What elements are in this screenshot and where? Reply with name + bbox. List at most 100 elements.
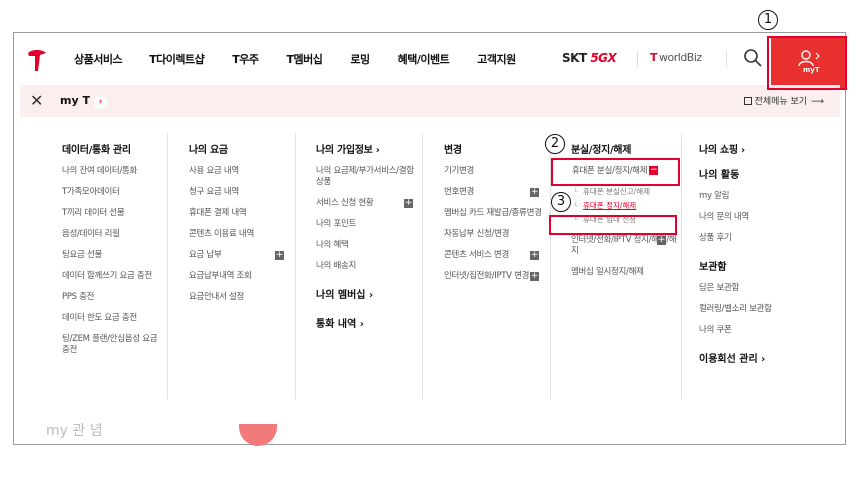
menu-item-label: 서비스 신청 현황 bbox=[316, 198, 374, 208]
myt-home-label: my T bbox=[60, 94, 90, 107]
chevron-right-icon: › bbox=[93, 96, 107, 109]
menu-item[interactable]: my 알림 bbox=[699, 191, 819, 202]
arrow-right-icon: ⟶ bbox=[811, 97, 824, 107]
menu-benefits[interactable]: 혜택/이벤트 bbox=[398, 51, 450, 67]
heading-my-membership[interactable]: 나의 멤버십 › bbox=[316, 286, 421, 301]
menu-t-membership[interactable]: T멤버십 bbox=[286, 51, 322, 67]
heading-call-history[interactable]: 통화 내역 › bbox=[316, 315, 421, 330]
heading-data-call[interactable]: 데이터/통화 관리 bbox=[62, 141, 162, 156]
expand-plus-icon[interactable]: + bbox=[657, 236, 666, 245]
menu-item[interactable]: 나의 혜택 bbox=[316, 240, 421, 251]
menu-item[interactable]: T끼리 데이터 선물 bbox=[62, 208, 162, 219]
menu-item[interactable]: 나의 잔여 데이터/통화 bbox=[62, 166, 162, 177]
divider bbox=[726, 51, 727, 67]
heading-my-activity[interactable]: 나의 활동 bbox=[699, 166, 819, 181]
expand-plus-icon[interactable]: + bbox=[530, 188, 539, 197]
menu-item[interactable]: 사용 요금 내역 bbox=[189, 166, 294, 177]
expand-plus-icon[interactable]: + bbox=[530, 272, 539, 281]
column-divider bbox=[295, 133, 296, 399]
heading-my-bill[interactable]: 나의 요금 bbox=[189, 141, 294, 156]
heading-my-shopping[interactable]: 나의 쇼핑 › bbox=[699, 141, 819, 156]
menu-item[interactable]: T가족모아데이터 bbox=[62, 187, 162, 198]
column-shopping: 나의 쇼핑 › 나의 활동 my 알림 나의 문의 내역 상품 후기 보관함 담… bbox=[699, 119, 819, 399]
menu-item[interactable]: 컬러링/벨소리 보관함 bbox=[699, 304, 819, 315]
menu-item[interactable]: 요금안내서 설정 bbox=[189, 292, 294, 303]
menu-item[interactable]: 자동납부 신청/변경 bbox=[444, 229, 549, 240]
heading-label: 나의 가입정보 bbox=[316, 145, 373, 156]
column-divider bbox=[422, 133, 423, 399]
menu-item[interactable]: 기기변경 bbox=[444, 166, 549, 177]
heading-lost-suspend[interactable]: 분실/정지/해제 bbox=[571, 141, 681, 156]
menu-item[interactable]: 청구 요금 내역 bbox=[189, 187, 294, 198]
main-menu: 상품서비스 T다이렉트샵 T우주 T멤버십 로밍 혜택/이벤트 고객지원 bbox=[74, 33, 544, 85]
highlight-box-2 bbox=[551, 158, 680, 186]
menu-item[interactable]: 서비스 신청 현황 + bbox=[316, 198, 421, 209]
menu-item[interactable]: 요금 납부 + bbox=[189, 250, 294, 261]
menu-item[interactable]: 나의 문의 내역 bbox=[699, 212, 819, 223]
menu-t-universe[interactable]: T우주 bbox=[232, 51, 259, 67]
menu-item-label: 요금 납부 bbox=[189, 250, 222, 260]
heading-change[interactable]: 변경 bbox=[444, 141, 549, 156]
t-logo-icon[interactable] bbox=[26, 47, 48, 73]
column-my-bill: 나의 요금 사용 요금 내역 청구 요금 내역 휴대폰 결제 내역 콘텐츠 이용… bbox=[189, 119, 294, 399]
menu-roaming[interactable]: 로밍 bbox=[350, 51, 370, 67]
fivegx-label: 5GX bbox=[590, 51, 617, 65]
menu-item[interactable]: 멤버십 카드 재발급/종류변경 bbox=[444, 208, 549, 219]
expand-plus-icon[interactable]: + bbox=[404, 199, 413, 208]
menu-item[interactable]: 팅/ZEM 플랜/안심음성 요금 충전 bbox=[62, 334, 162, 356]
annotation-number: 2 bbox=[545, 134, 565, 154]
menu-item[interactable]: 데이터 함께쓰기 요금 충전 bbox=[62, 271, 162, 282]
mega-menu-frame: 상품서비스 T다이렉트샵 T우주 T멤버십 로밍 혜택/이벤트 고객지원 SKT… bbox=[13, 32, 847, 445]
skt-5gx-link[interactable]: SKT 5GX bbox=[562, 51, 617, 65]
menu-item-label: 번호변경 bbox=[444, 187, 475, 197]
heading-subscription-info[interactable]: 나의 가입정보 › bbox=[316, 141, 421, 156]
menu-item[interactable]: 번호변경 + bbox=[444, 187, 549, 198]
menu-support[interactable]: 고객지원 bbox=[477, 51, 516, 67]
menu-list-icon bbox=[743, 97, 752, 105]
heading-storage[interactable]: 보관함 bbox=[699, 258, 819, 273]
menu-item[interactable]: 나의 쿠폰 bbox=[699, 325, 819, 336]
annotation-number: 3 bbox=[551, 192, 571, 212]
menu-item[interactable]: 요금납부내역 조회 bbox=[189, 271, 294, 282]
worldbiz-link[interactable]: TworldBiz bbox=[650, 51, 702, 64]
heading-label: 통화 내역 bbox=[316, 319, 357, 330]
menu-item[interactable]: 상품 후기 bbox=[699, 233, 819, 244]
global-nav-bar: 상품서비스 T다이렉트샵 T우주 T멤버십 로밍 혜택/이벤트 고객지원 SKT… bbox=[14, 33, 845, 85]
full-menu-link[interactable]: 전체메뉴 보기 ⟶ bbox=[743, 94, 824, 107]
heading-label: 나의 쇼핑 bbox=[699, 145, 738, 156]
background-page-title: my 관 념 bbox=[46, 423, 103, 439]
close-icon[interactable]: ✕ bbox=[30, 91, 43, 110]
menu-item[interactable]: PPS 충전 bbox=[62, 292, 162, 303]
menu-item[interactable]: 콘텐츠 이용료 내역 bbox=[189, 229, 294, 240]
menu-item[interactable]: 음성/데이터 리필 bbox=[62, 229, 162, 240]
menu-item[interactable]: 나의 요금제/부가서비스/결합상품 bbox=[316, 166, 421, 188]
submenu-item[interactable]: 휴대폰 분실신고/해제 bbox=[571, 187, 681, 197]
myt-subbar: ✕ my T › 전체메뉴 보기 ⟶ bbox=[20, 85, 840, 117]
menu-item[interactable]: 휴대폰 결제 내역 bbox=[189, 208, 294, 219]
menu-products[interactable]: 상품서비스 bbox=[74, 51, 123, 67]
menu-item[interactable]: 팅요금 선물 bbox=[62, 250, 162, 261]
expand-plus-icon[interactable]: + bbox=[275, 251, 284, 260]
menu-item[interactable]: 인터넷/전화/IPTV 정지/해제/해지 + bbox=[571, 235, 681, 257]
menu-item[interactable]: 콘텐츠 서비스 변경 + bbox=[444, 250, 549, 261]
column-change: 변경 기기변경 번호변경 + 멤버십 카드 재발급/종류변경 자동납부 신청/변경… bbox=[444, 119, 549, 399]
highlight-box-1 bbox=[767, 36, 847, 90]
heading-label: 이용회선 관리 bbox=[699, 354, 758, 365]
heading-label: 나의 멤버십 bbox=[316, 290, 366, 301]
menu-item[interactable]: 담은 보관함 bbox=[699, 283, 819, 294]
search-icon[interactable] bbox=[743, 48, 763, 68]
menu-item[interactable]: 나의 배송지 bbox=[316, 261, 421, 272]
myt-home-link[interactable]: my T › bbox=[60, 94, 107, 109]
menu-tdirect-shop[interactable]: T다이렉트샵 bbox=[149, 51, 205, 67]
menu-item[interactable]: 멤버십 일시정지/해제 bbox=[571, 267, 681, 278]
expand-plus-icon[interactable]: + bbox=[530, 251, 539, 260]
menu-item[interactable]: 나의 포인트 bbox=[316, 219, 421, 230]
column-data-call: 데이터/통화 관리 나의 잔여 데이터/통화 T가족모아데이터 T끼리 데이터 … bbox=[62, 119, 162, 399]
column-divider bbox=[167, 133, 168, 399]
menu-item[interactable]: 인터넷/집전화/IPTV 변경 + bbox=[444, 271, 549, 282]
divider bbox=[637, 51, 638, 67]
full-menu-label: 전체메뉴 보기 bbox=[754, 97, 808, 107]
heading-line-management[interactable]: 이용회선 관리 › bbox=[699, 350, 819, 365]
menu-item[interactable]: 데이터 한도 요금 충전 bbox=[62, 313, 162, 324]
submenu-item-phone-suspend[interactable]: 휴대폰 정지/해제 bbox=[571, 201, 681, 211]
